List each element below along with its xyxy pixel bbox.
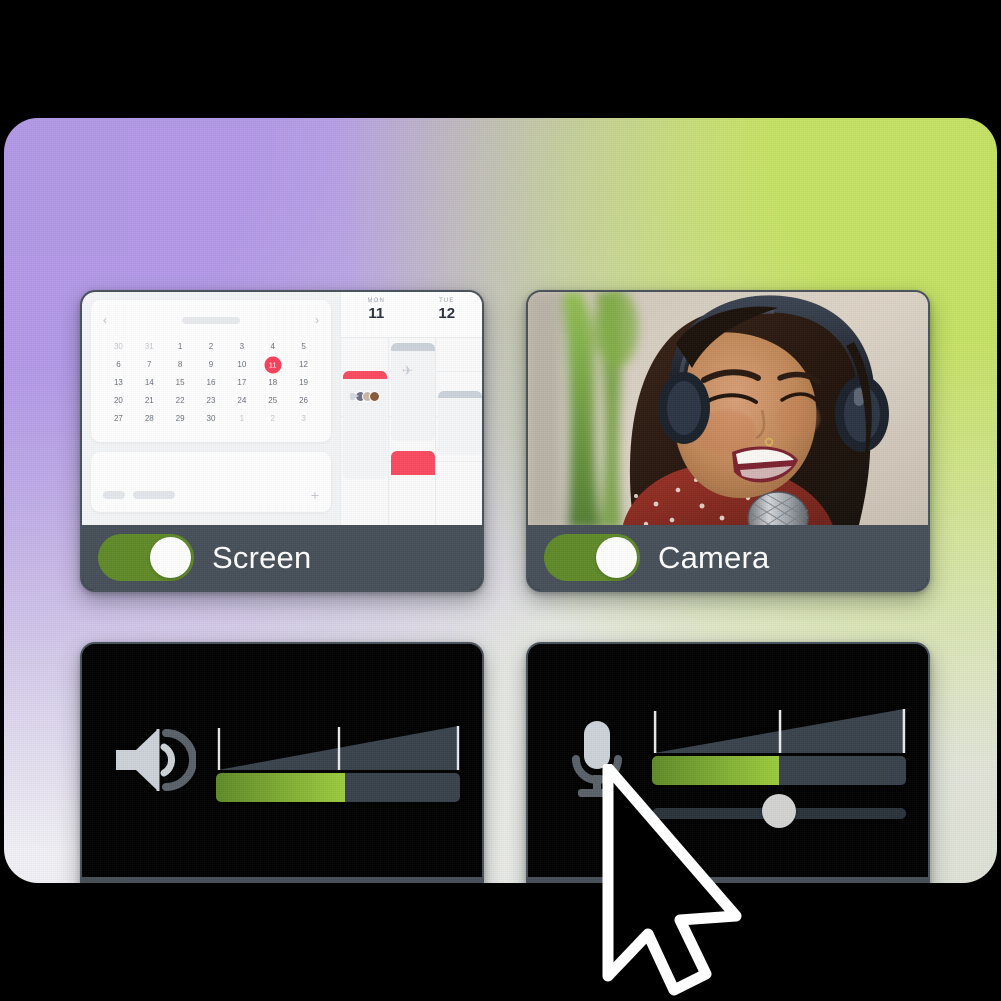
month-header: ‹ › (103, 309, 319, 331)
calendar-day[interactable]: 30 (103, 340, 134, 353)
audio-level-fill (216, 772, 346, 802)
screen-toggle-bar: Screen (82, 525, 482, 590)
day-headers: MON 11 TUE 12 (341, 292, 482, 338)
source-panel-microphone[interactable]: Microphone (526, 642, 930, 883)
calendar-day[interactable]: 2 (257, 412, 288, 425)
grid-line (387, 338, 389, 529)
calendar-day[interactable]: 23 (196, 394, 227, 407)
calendar-day[interactable]: 1 (226, 412, 257, 425)
calendar-day[interactable]: 31 (134, 340, 165, 353)
placeholder-pill (133, 491, 175, 499)
calendar-day[interactable]: 10 (226, 358, 257, 371)
speaker-icon (110, 723, 197, 802)
source-panel-screen[interactable]: ‹ › 30 31 1 2 3 4 5 6 7 8 9 10 11 12 13 14 15 16 17 18 19 20 2… (80, 290, 484, 592)
system-audio-meter (82, 644, 482, 881)
mini-month-calendar: ‹ › 30 31 1 2 3 4 5 6 7 8 9 10 11 12 13 14 15 16 17 18 19 20 2… (91, 300, 331, 442)
camera-toggle-label: Camera (658, 539, 770, 575)
calendar-day[interactable]: 21 (134, 394, 165, 407)
day-number: 12 (438, 305, 456, 322)
screen-toggle-label: Screen (212, 539, 312, 575)
calendar-day[interactable]: 15 (165, 376, 196, 389)
webcam-photo (528, 292, 928, 529)
calendar-day[interactable]: 5 (288, 340, 319, 353)
source-panel-system-audio[interactable]: System Audio (80, 642, 484, 883)
calendar-day[interactable]: 9 (196, 358, 227, 371)
month-title-placeholder (182, 316, 240, 324)
next-month-icon[interactable]: › (315, 314, 319, 326)
day-number: 11 (368, 305, 385, 322)
calendar-day[interactable]: 28 (134, 412, 165, 425)
camera-toggle-bar: Camera (528, 525, 928, 590)
microphone-meter (528, 644, 928, 881)
camera-toggle-switch[interactable] (544, 534, 640, 581)
calendar-day[interactable]: 25 (257, 394, 288, 407)
video-camera-icon (350, 393, 359, 400)
audio-level-bar (216, 772, 460, 802)
calendar-app-mock: ‹ › 30 31 1 2 3 4 5 6 7 8 9 10 11 12 13 14 15 16 17 18 19 20 2… (82, 292, 482, 529)
toggle-knob (150, 537, 191, 578)
calendar-event[interactable] (438, 391, 482, 455)
camera-preview (528, 292, 928, 529)
calendar-event[interactable] (343, 371, 387, 479)
calendar-day[interactable]: 27 (103, 412, 134, 425)
calendar-day[interactable]: 14 (134, 376, 165, 389)
calendar-event[interactable] (391, 451, 435, 475)
calendar-day[interactable]: 26 (288, 394, 319, 407)
screen-toggle-switch[interactable] (98, 534, 194, 581)
audio-wedge-graphic (216, 724, 460, 771)
calendar-secondary-card: + (91, 452, 331, 512)
calendar-day[interactable]: 18 (257, 376, 288, 389)
calendar-day-today[interactable]: 11 (257, 356, 288, 373)
toggle-knob (596, 537, 637, 578)
calendar-day[interactable]: 19 (288, 376, 319, 389)
calendar-event[interactable]: ✈ (391, 343, 435, 441)
system-audio-toggle-bar: System Audio (82, 877, 482, 883)
calendar-day[interactable]: 24 (226, 394, 257, 407)
calendar-day[interactable]: 13 (103, 376, 134, 389)
mic-level-column (652, 707, 906, 828)
calendar-day[interactable]: 12 (288, 358, 319, 371)
calendar-day[interactable]: 4 (257, 340, 288, 353)
screenshot-root: ‹ › 30 31 1 2 3 4 5 6 7 8 9 10 11 12 13 14 15 16 17 18 19 20 2… (0, 0, 1001, 1001)
mic-level-fill (652, 756, 779, 785)
system-audio-preview (82, 644, 482, 881)
microphone-preview (528, 644, 928, 881)
calendar-day[interactable]: 30 (196, 412, 227, 425)
mic-volume-slider[interactable] (652, 794, 906, 828)
calendar-day[interactable]: 6 (103, 358, 134, 371)
day-column-header: MON 11 (341, 292, 412, 337)
calendar-day[interactable]: 16 (196, 376, 227, 389)
microphone-icon (562, 717, 632, 808)
month-day-grid: 30 31 1 2 3 4 5 6 7 8 9 10 11 12 13 14 15 16 17 18 19 20 21 22 2… (103, 340, 319, 425)
gradient-backdrop: ‹ › 30 31 1 2 3 4 5 6 7 8 9 10 11 12 13 14 15 16 17 18 19 20 2… (4, 118, 997, 883)
day-of-week: TUE (438, 298, 455, 304)
calendar-day[interactable]: 20 (103, 394, 134, 407)
placeholder-pill (103, 491, 125, 499)
calendar-day[interactable]: 3 (226, 340, 257, 353)
airplane-icon: ✈ (402, 363, 413, 378)
calendar-day[interactable]: 7 (134, 358, 165, 371)
source-panel-camera[interactable]: Camera (526, 290, 930, 592)
day-of-week: MON (367, 298, 386, 304)
mic-level-bar (652, 756, 906, 785)
microphone-toggle-bar: Microphone (528, 877, 928, 883)
calendar-day[interactable]: 29 (165, 412, 196, 425)
calendar-sidebar: ‹ › 30 31 1 2 3 4 5 6 7 8 9 10 11 12 13 14 15 16 17 18 19 20 2… (82, 292, 340, 529)
audio-level-column (216, 724, 460, 802)
calendar-day[interactable]: 1 (165, 340, 196, 353)
add-icon[interactable]: + (311, 488, 319, 502)
screen-preview: ‹ › 30 31 1 2 3 4 5 6 7 8 9 10 11 12 13 14 15 16 17 18 19 20 2… (82, 292, 482, 529)
calendar-day[interactable]: 17 (226, 376, 257, 389)
calendar-day[interactable]: 3 (288, 412, 319, 425)
calendar-day[interactable]: 22 (165, 394, 196, 407)
calendar-day[interactable]: 8 (165, 358, 196, 371)
calendar-day[interactable]: 2 (196, 340, 227, 353)
day-column-header: TUE 12 (412, 292, 483, 337)
slider-knob[interactable] (762, 794, 796, 828)
grid-line (434, 338, 436, 529)
calendar-week-view: MON 11 TUE 12 ✈ (340, 292, 482, 529)
prev-month-icon[interactable]: ‹ (103, 314, 107, 326)
time-grid: ✈ (341, 338, 482, 529)
mic-wedge-graphic (652, 707, 906, 754)
